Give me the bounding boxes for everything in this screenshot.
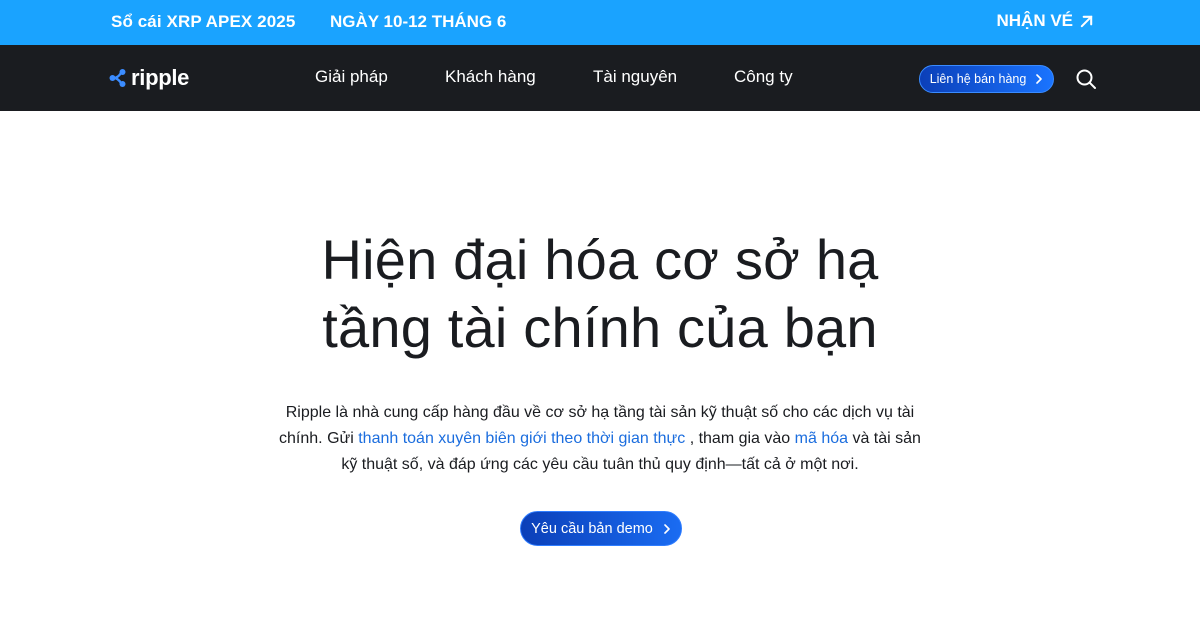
promo-event-name[interactable]: Sổ cái XRP APEX 2025	[111, 12, 295, 32]
ripple-logo[interactable]: ripple	[108, 65, 189, 91]
hero-text-part-2: , tham gia vào	[685, 430, 795, 447]
nav-item-customers[interactable]: Khách hàng	[445, 67, 536, 87]
cross-border-payments-link[interactable]: thanh toán xuyên biên giới theo thời gia…	[358, 430, 685, 447]
ripple-logo-icon	[109, 69, 126, 87]
promo-event-date: NGÀY 10-12 THÁNG 6	[330, 12, 507, 31]
request-demo-label: Yêu cầu bản demo	[531, 520, 653, 537]
logo-text: ripple	[131, 65, 190, 90]
hero-description: Ripple là nhà cung cấp hàng đầu về cơ sở…	[270, 400, 930, 478]
promo-banner: Sổ cái XRP APEX 2025 NGÀY 10-12 THÁNG 6 …	[0, 0, 1200, 45]
hero-title: Hiện đại hóa cơ sở hạ tầng tài chính của…	[0, 226, 1200, 362]
chevron-right-icon	[1036, 74, 1043, 84]
nav-item-company[interactable]: Công ty	[734, 67, 793, 87]
nav-item-solutions[interactable]: Giải pháp	[315, 67, 388, 87]
hero-title-line-2: tầng tài chính của bạn	[322, 296, 878, 359]
main-navigation: ripple Giải pháp Khách hàng Tài nguyên C…	[0, 45, 1200, 111]
search-icon[interactable]	[1075, 68, 1097, 90]
chevron-right-icon	[664, 523, 670, 534]
arrow-up-right-icon	[1080, 15, 1093, 27]
contact-sales-label: Liên hệ bán hàng	[929, 72, 1027, 86]
request-demo-button[interactable]: Yêu cầu bản demo	[520, 511, 682, 546]
contact-sales-button[interactable]: Liên hệ bán hàng	[919, 65, 1054, 93]
tokenization-link[interactable]: mã hóa	[795, 430, 848, 447]
nav-item-resources[interactable]: Tài nguyên	[593, 67, 677, 87]
get-tickets-label: NHẬN VÉ	[996, 11, 1073, 30]
get-tickets-link[interactable]: NHẬN VÉ	[996, 11, 1094, 31]
hero-title-line-1: Hiện đại hóa cơ sở hạ	[321, 228, 879, 291]
